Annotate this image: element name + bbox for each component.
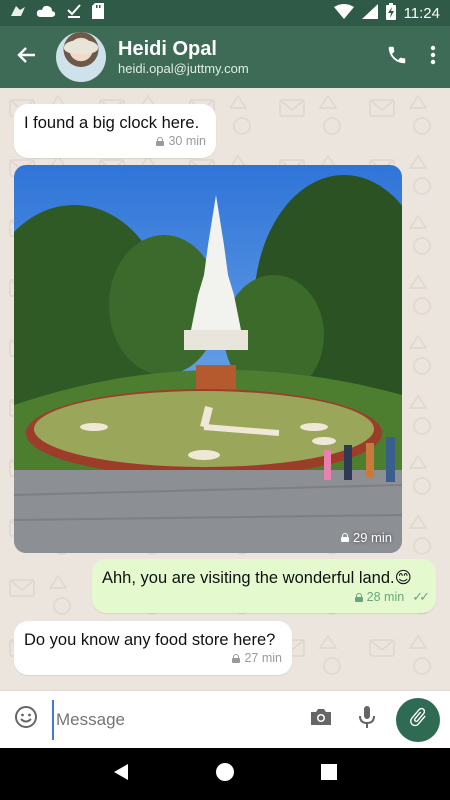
download-done-icon [66, 3, 82, 24]
message-bubble-incoming[interactable]: I found a big clock here. 30 min [14, 104, 216, 158]
wifi-icon [333, 3, 354, 23]
message-time: 30 min [168, 134, 206, 148]
message-time: 28 min [366, 590, 405, 604]
square-recents-icon [320, 763, 337, 780]
message-meta: 30 min [24, 134, 206, 148]
message-text: Ahh, you are visiting the wonderful land… [102, 569, 412, 587]
lock-icon [340, 533, 349, 542]
cloud-icon [36, 4, 56, 23]
message-meta: 27 min [24, 651, 282, 665]
message-text: I found a big clock here. [24, 114, 200, 132]
more-vert-icon [430, 45, 436, 69]
arrow-back-icon [16, 46, 36, 69]
call-button[interactable] [386, 44, 408, 71]
contact-email: heidi.opal@juttmy.com [118, 61, 249, 76]
image-message[interactable]: 29 min [14, 165, 402, 553]
contact-info[interactable]: Heidi Opal heidi.opal@juttmy.com [118, 37, 386, 77]
menu-button[interactable] [430, 45, 436, 70]
camera-button[interactable] [298, 691, 344, 749]
nav-recents-button[interactable] [320, 763, 338, 786]
message-time: 29 min [352, 530, 392, 545]
lock-icon [354, 592, 363, 602]
emoji-button[interactable] [0, 691, 52, 749]
message-bubble-incoming[interactable]: Do you know any food store here? 27 min [14, 621, 292, 675]
nav-back-button[interactable] [112, 763, 130, 786]
battery-charging-icon [385, 2, 396, 24]
circle-home-icon [215, 762, 234, 781]
avatar[interactable] [56, 32, 106, 82]
attach-button[interactable] [396, 697, 440, 742]
contact-name: Heidi Opal [118, 38, 217, 60]
lock-icon [232, 653, 241, 663]
chat-area[interactable]: I found a big clock here. 30 min 29 min … [0, 88, 450, 690]
message-bubble-outgoing[interactable]: Ahh, you are visiting the wonderful land… [92, 559, 436, 613]
emoji-icon [14, 705, 38, 734]
paperclip-icon [407, 706, 429, 733]
mic-button[interactable] [344, 691, 390, 749]
mic-icon [358, 705, 376, 734]
back-button[interactable] [0, 26, 52, 88]
sd-card-icon [92, 2, 104, 24]
signal-icon [361, 3, 378, 23]
triangle-back-icon [114, 763, 129, 780]
camera-icon [309, 707, 333, 732]
clock-photo [14, 165, 402, 553]
chat-header: Heidi Opal heidi.opal@juttmy.com [0, 26, 450, 88]
message-meta: 28 min ✓✓ [102, 589, 430, 605]
message-time: 27 min [244, 651, 282, 665]
message-composer [0, 690, 450, 748]
phone-icon [386, 46, 408, 70]
image-meta: 29 min [340, 530, 392, 545]
bird-icon [10, 4, 26, 23]
double-check-icon: ✓✓ [412, 589, 430, 604]
message-text: Do you know any food store here? [24, 631, 276, 649]
status-time: 11:24 [403, 4, 440, 22]
nav-home-button[interactable] [215, 762, 235, 787]
message-input[interactable] [52, 699, 298, 740]
system-nav-bar [0, 748, 450, 800]
lock-icon [156, 136, 165, 146]
status-bar: 11:24 [0, 0, 450, 26]
